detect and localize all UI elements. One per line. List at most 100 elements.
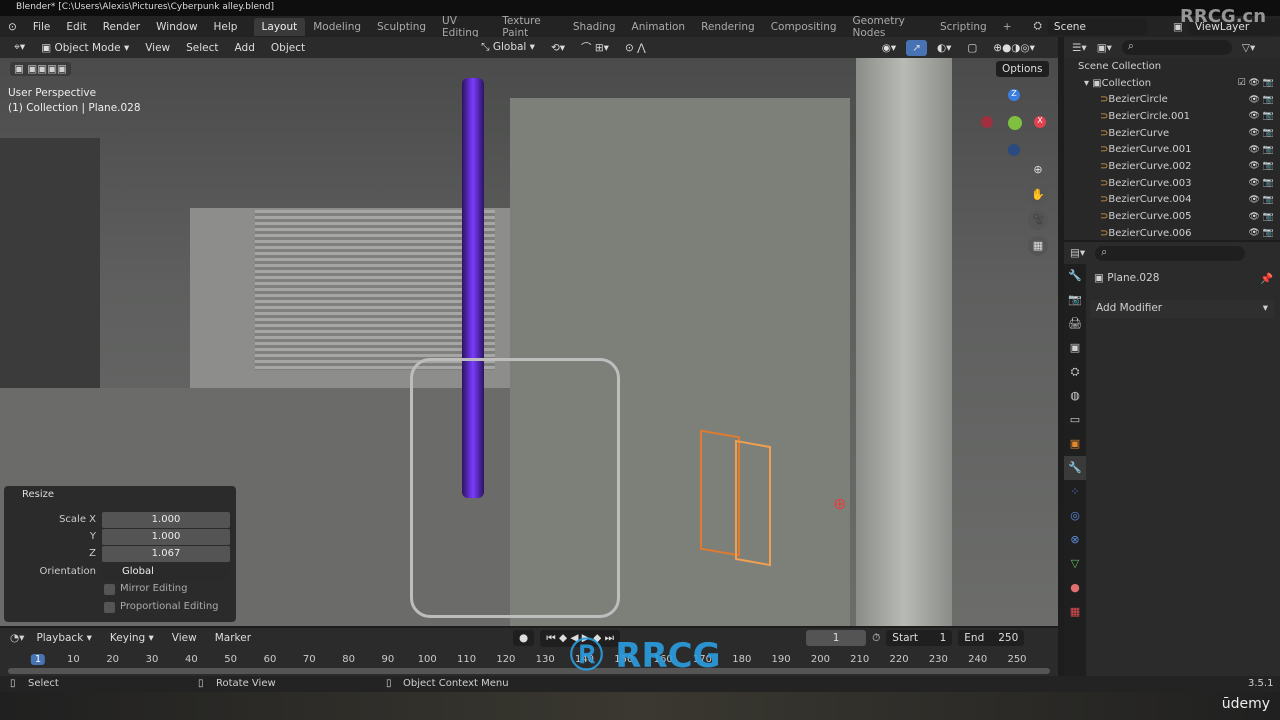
visibility-icons[interactable]: 👁 📷	[1249, 111, 1275, 121]
outliner-item[interactable]: ⊃ BezierCurve.005 👁 📷	[1064, 208, 1280, 225]
snap-icon[interactable]: ⌒ ⊞▾	[575, 38, 615, 57]
tab-animation[interactable]: Animation	[624, 18, 694, 36]
display-mode-icon[interactable]: ☰▾	[1072, 42, 1087, 54]
perspective-grid-icon[interactable]: ▦	[1028, 236, 1048, 256]
orientation-dropdown[interactable]: ⤡ Global ▾	[475, 39, 541, 56]
select-tool-icon[interactable]: ▣ ▣▣▣▣	[10, 62, 71, 76]
texture-tab-icon[interactable]: ▦	[1064, 600, 1086, 624]
gizmo-y[interactable]	[1008, 116, 1022, 130]
auto-keying-toggle[interactable]: ●	[513, 630, 535, 646]
menu-view[interactable]: View	[139, 40, 176, 56]
mode-dropdown[interactable]: ▣ Object Mode ▾	[35, 40, 135, 56]
material-tab-icon[interactable]: ●	[1064, 576, 1086, 600]
menu-edit[interactable]: Edit	[58, 21, 94, 33]
tab-sculpting[interactable]: Sculpting	[369, 18, 434, 36]
menu-object[interactable]: Object	[265, 40, 311, 56]
zoom-icon[interactable]: ⊕	[1028, 160, 1048, 180]
end-frame-field[interactable]: End 250	[958, 630, 1025, 646]
physics-tab-icon[interactable]: ◎	[1064, 504, 1086, 528]
scale-z-field[interactable]: 1.067	[102, 546, 230, 562]
pin-icon[interactable]: 📌	[1260, 272, 1273, 285]
tab-shading[interactable]: Shading	[565, 18, 624, 36]
editor-type-icon[interactable]: ▤▾	[1070, 247, 1085, 259]
menu-file[interactable]: File	[25, 21, 59, 33]
scene-collection-row[interactable]: Scene Collection	[1064, 58, 1280, 75]
world-tab-icon[interactable]: ◍	[1064, 384, 1086, 408]
collection-tab-icon[interactable]: ▭	[1064, 408, 1086, 432]
output-tab-icon[interactable]: 🖨	[1064, 312, 1086, 336]
gizmo-toggle-icon[interactable]: ↗	[906, 39, 927, 56]
modifier-tab-icon[interactable]: 🔧	[1064, 456, 1086, 480]
visibility-icon[interactable]: ◉▾	[876, 40, 902, 56]
filter-icon[interactable]: ▽▾	[1242, 42, 1255, 54]
editor-type-icon[interactable]: ◔▾	[10, 632, 24, 644]
outliner-item[interactable]: ⊃ BezierCurve.002 👁 📷	[1064, 158, 1280, 175]
orientation-select[interactable]: Global	[102, 564, 230, 580]
collection-row[interactable]: ▾ ▣ Collection ☑ 👁 📷	[1064, 75, 1280, 92]
shading-modes-icon[interactable]: ⊕●◑◎▾	[987, 40, 1041, 56]
properties-search[interactable]: ⌕	[1095, 245, 1246, 261]
add-workspace-button[interactable]: +	[995, 18, 1020, 36]
outliner-item[interactable]: ⊃ BezierCircle.001 👁 📷	[1064, 108, 1280, 125]
xray-icon[interactable]: ▢	[961, 40, 983, 56]
render-tab-icon[interactable]: 📷	[1064, 288, 1086, 312]
outliner-item[interactable]: ⊃ BezierCurve.004 👁 📷	[1064, 192, 1280, 209]
tab-layout[interactable]: Layout	[253, 17, 306, 36]
menu-add[interactable]: Add	[229, 40, 261, 56]
gizmo-neg-z[interactable]	[1008, 144, 1020, 156]
gizmo-z[interactable]: Z	[1008, 89, 1020, 101]
pan-hand-icon[interactable]: ✋	[1028, 185, 1048, 205]
blender-logo-icon[interactable]: ⊙	[0, 21, 25, 33]
menu-view[interactable]: View	[166, 630, 203, 646]
visibility-icons[interactable]: ☑ 👁 📷	[1238, 78, 1274, 88]
scene-selector[interactable]: Scene	[1047, 18, 1148, 35]
tab-scripting[interactable]: Scripting	[932, 18, 995, 36]
scene-tab-icon[interactable]: ⛭	[1064, 360, 1086, 384]
pivot-icon[interactable]: ⟲▾	[545, 40, 571, 56]
visibility-icons[interactable]: 👁 📷	[1249, 178, 1275, 188]
start-frame-field[interactable]: Start 1	[886, 630, 953, 646]
tab-rendering[interactable]: Rendering	[693, 18, 763, 36]
constraints-tab-icon[interactable]: ⊗	[1064, 528, 1086, 552]
proportional-editing-checkbox[interactable]	[104, 602, 115, 613]
options-dropdown[interactable]: Options	[996, 61, 1049, 77]
outliner-item[interactable]: ⊃ BezierCurve.001 👁 📷	[1064, 141, 1280, 158]
proportional-edit-icon[interactable]: ⊙ ⋀	[619, 40, 652, 56]
particles-tab-icon[interactable]: ⁘	[1064, 480, 1086, 504]
tool-tab-icon[interactable]: 🔧	[1064, 264, 1086, 288]
visibility-icons[interactable]: 👁 📷	[1249, 195, 1275, 205]
scene-icon[interactable]: ⛭	[1034, 20, 1042, 33]
visibility-icons[interactable]: 👁 📷	[1249, 161, 1275, 171]
navigation-gizmo[interactable]: Z X	[978, 86, 1050, 158]
tab-compositing[interactable]: Compositing	[763, 18, 845, 36]
scale-y-field[interactable]: 1.000	[102, 529, 230, 545]
outliner-item[interactable]: ⊃ BezierCurve.006 👁 📷	[1064, 225, 1280, 242]
filter-view-icon[interactable]: ▣▾	[1097, 42, 1112, 54]
visibility-icons[interactable]: 👁 📷	[1249, 95, 1275, 105]
menu-select[interactable]: Select	[180, 40, 224, 56]
outliner-search[interactable]: ⌕	[1121, 40, 1232, 55]
menu-help[interactable]: Help	[206, 21, 246, 33]
editor-type-icon[interactable]: ⌖▾	[8, 39, 31, 56]
overlay-icon[interactable]: ◐▾	[931, 40, 957, 56]
camera-icon[interactable]: 🎥	[1028, 210, 1048, 230]
timeline-scrollbar[interactable]	[8, 668, 1050, 674]
menu-render[interactable]: Render	[95, 21, 148, 33]
add-modifier-dropdown[interactable]: Add Modifier ▾	[1090, 300, 1274, 318]
visibility-icons[interactable]: 👁 📷	[1249, 128, 1275, 138]
visibility-icons[interactable]: 👁 📷	[1249, 145, 1275, 155]
visibility-icons[interactable]: 👁 📷	[1249, 212, 1275, 222]
mirror-editing-checkbox[interactable]	[104, 584, 115, 595]
menu-marker[interactable]: Marker	[209, 630, 257, 646]
gizmo-neg-x[interactable]	[981, 116, 993, 128]
view-layer-tab-icon[interactable]: ▣	[1064, 336, 1086, 360]
current-frame-field[interactable]: 1	[806, 630, 867, 646]
menu-window[interactable]: Window	[148, 21, 205, 33]
outliner-item[interactable]: ⊃ BezierCircle 👁 📷	[1064, 91, 1280, 108]
outliner-item[interactable]: ⊃ BezierCurve 👁 📷	[1064, 125, 1280, 142]
data-tab-icon[interactable]: ▽	[1064, 552, 1086, 576]
visibility-icons[interactable]: 👁 📷	[1249, 228, 1275, 238]
gizmo-x[interactable]: X	[1034, 116, 1046, 128]
outliner-item[interactable]: ⊃ BezierCurve.003 👁 📷	[1064, 175, 1280, 192]
menu-playback[interactable]: Playback ▾	[30, 630, 97, 646]
